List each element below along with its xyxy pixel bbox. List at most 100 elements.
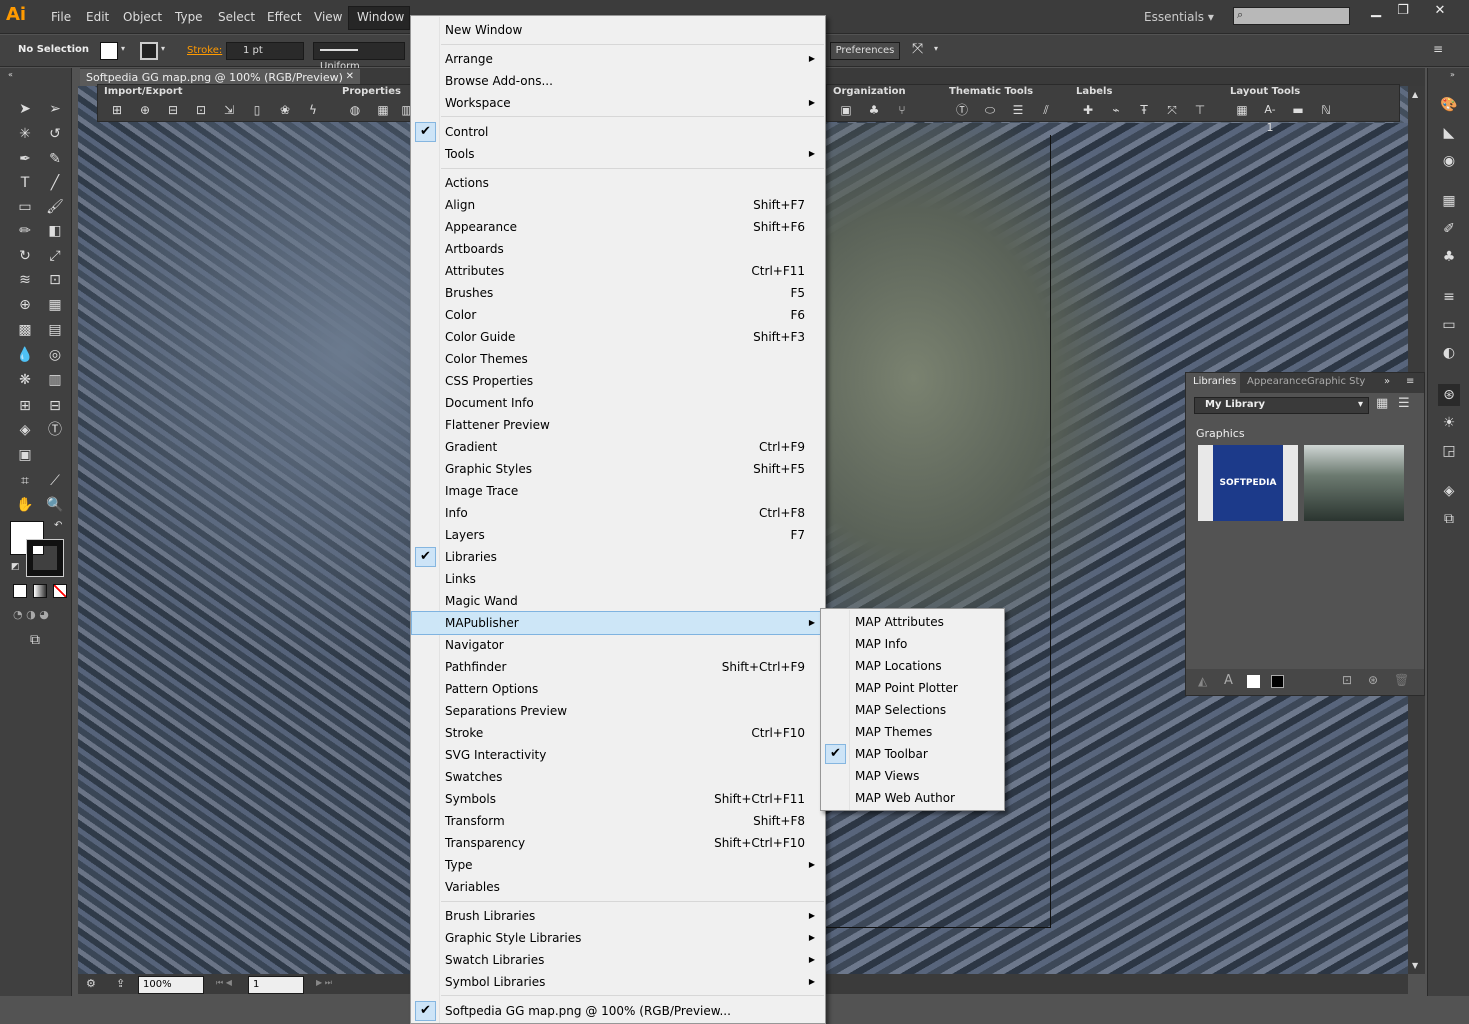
submenu-item-map-toolbar[interactable]: ✔ MAP Toolbar bbox=[822, 743, 1003, 765]
status-settings-icon[interactable]: ⚙ bbox=[86, 977, 96, 990]
stroke-icon[interactable]: ≡ bbox=[1438, 286, 1460, 308]
menu-item-pattern-options[interactable]: Pattern Options bbox=[412, 678, 824, 700]
color-mode-icon[interactable] bbox=[13, 584, 27, 598]
globe-icon[interactable]: ◍ bbox=[346, 101, 364, 119]
map-tool-icon[interactable]: ◈ bbox=[14, 419, 36, 441]
panel-menu-icon[interactable]: ≡ bbox=[1406, 376, 1414, 387]
expand-icon[interactable]: » bbox=[1450, 70, 1455, 79]
menu-item-css-properties[interactable]: CSS Properties bbox=[412, 370, 824, 392]
menu-file[interactable]: File bbox=[47, 10, 75, 24]
web-icon[interactable]: ❀ bbox=[276, 101, 294, 119]
maximize-button[interactable]: ❐ bbox=[1387, 2, 1419, 20]
scroll-up-icon[interactable]: ▲ bbox=[1412, 90, 1418, 99]
map-label-tool-icon[interactable]: Ⓣ bbox=[44, 419, 66, 441]
preferences-button[interactable]: Preferences bbox=[830, 42, 900, 60]
label-text-icon[interactable]: Ŧ bbox=[1135, 101, 1153, 119]
stroke-swatch[interactable] bbox=[140, 42, 158, 60]
label-align-icon[interactable]: ⊤ bbox=[1191, 101, 1209, 119]
next-artboard-icon[interactable]: ▶ ⏭ bbox=[316, 978, 332, 988]
menu-item-info[interactable]: Info Ctrl+F8 bbox=[412, 502, 824, 524]
rotate-tool-icon[interactable]: ↻ bbox=[14, 245, 36, 267]
drawing-mode-icon[interactable]: ◔ ◑ ◕ bbox=[13, 608, 49, 621]
graph-tool-icon[interactable]: ▥ bbox=[44, 369, 66, 391]
menu-item-new-window[interactable]: New Window bbox=[412, 19, 824, 41]
type-tool-icon[interactable]: T bbox=[14, 172, 36, 194]
selection-tool-icon[interactable]: ➤ bbox=[14, 98, 36, 120]
menu-item-pathfinder[interactable]: Pathfinder Shift+Ctrl+F9 bbox=[412, 656, 824, 678]
gradient-mode-icon[interactable] bbox=[33, 584, 47, 598]
scale-tool-icon[interactable]: ⤢ bbox=[44, 245, 66, 267]
menu-item-document-info[interactable]: Document Info bbox=[412, 392, 824, 414]
menu-item-gradient[interactable]: Gradient Ctrl+F9 bbox=[412, 436, 824, 458]
menu-item-graphic-style-libraries[interactable]: Graphic Style Libraries ▶ bbox=[412, 927, 824, 949]
menu-item-browse-add-ons[interactable]: Browse Add-ons... bbox=[412, 70, 824, 92]
stroke-color-swatch[interactable] bbox=[26, 539, 64, 577]
menu-item-actions[interactable]: Actions bbox=[412, 172, 824, 194]
fill-swatch[interactable] bbox=[100, 42, 118, 60]
export-icon[interactable]: ⊟ bbox=[164, 101, 182, 119]
trash-icon[interactable]: 🗑 bbox=[1394, 673, 1409, 687]
menu-item-graphic-styles[interactable]: Graphic Styles Shift+F5 bbox=[412, 458, 824, 480]
width-tool-icon[interactable]: ≋ bbox=[14, 269, 36, 291]
tab-libraries[interactable]: Libraries bbox=[1193, 376, 1236, 387]
zoom-field[interactable]: 100% bbox=[138, 976, 204, 994]
sync-icon[interactable]: ⊛ bbox=[1368, 673, 1378, 687]
perspective-grid-tool-icon[interactable]: ▦ bbox=[44, 294, 66, 316]
menu-object[interactable]: Object bbox=[119, 10, 166, 24]
pen-tool-icon[interactable]: ✒ bbox=[14, 148, 36, 170]
artboard-number-field[interactable]: 1 bbox=[248, 976, 304, 994]
menu-effect[interactable]: Effect bbox=[263, 10, 306, 24]
menu-item-swatch-libraries[interactable]: Swatch Libraries ▶ bbox=[412, 949, 824, 971]
menu-item-symbol-libraries[interactable]: Symbol Libraries ▶ bbox=[412, 971, 824, 993]
color-guide-icon[interactable]: ◣ bbox=[1438, 122, 1460, 144]
stock-icon[interactable]: ⊡ bbox=[1342, 673, 1352, 687]
menu-item-workspace[interactable]: Workspace ▶ bbox=[412, 92, 824, 114]
transparency-icon[interactable]: ◐ bbox=[1438, 342, 1460, 364]
map-image-tool-icon[interactable]: ▣ bbox=[14, 444, 36, 466]
close-icon[interactable]: ✕ bbox=[346, 71, 354, 82]
submenu-item-map-selections[interactable]: MAP Selections bbox=[822, 699, 1003, 721]
line-tool-icon[interactable]: ╱ bbox=[44, 172, 66, 194]
color-themes-icon[interactable]: ◉ bbox=[1438, 150, 1460, 172]
submenu-item-map-point-plotter[interactable]: MAP Point Plotter bbox=[822, 677, 1003, 699]
menu-edit[interactable]: Edit bbox=[82, 10, 113, 24]
database-icon[interactable]: ⊡ bbox=[192, 101, 210, 119]
menu-item-type[interactable]: Type ▶ bbox=[412, 854, 824, 876]
menu-item-align[interactable]: Align Shift+F7 bbox=[412, 194, 824, 216]
menu-item-mapublisher[interactable]: MAPublisher ▶ bbox=[411, 611, 825, 635]
menu-select[interactable]: Select bbox=[214, 10, 259, 24]
menu-item-variables[interactable]: Variables bbox=[412, 876, 824, 898]
curvature-tool-icon[interactable]: ✎ bbox=[44, 148, 66, 170]
color-panel-icon[interactable]: 🎨 bbox=[1438, 94, 1460, 116]
menu-item-svg-interactivity[interactable]: SVG Interactivity bbox=[412, 744, 824, 766]
branch-icon[interactable]: ⑂ bbox=[893, 101, 911, 119]
label-move-icon[interactable]: ⤧ bbox=[1163, 101, 1181, 119]
zoom-tool-icon[interactable]: 🔍 bbox=[44, 494, 66, 516]
blend-tool-icon[interactable]: ◎ bbox=[44, 344, 66, 366]
organize-icon[interactable]: ▣ bbox=[837, 101, 855, 119]
export-icon[interactable]: ⇪ bbox=[116, 977, 125, 990]
layers-icon[interactable]: ◈ bbox=[1438, 480, 1460, 502]
list-view-icon[interactable]: ☰ bbox=[1398, 396, 1410, 411]
menu-item-navigator[interactable]: Navigator bbox=[412, 634, 824, 656]
submenu-item-map-locations[interactable]: MAP Locations bbox=[822, 655, 1003, 677]
knife-tool-icon[interactable]: ⟋ bbox=[44, 470, 66, 492]
libraries-icon[interactable]: ⊛ bbox=[1438, 384, 1460, 406]
mesh-tool-icon[interactable]: ▩ bbox=[14, 319, 36, 341]
submenu-item-map-info[interactable]: MAP Info bbox=[822, 633, 1003, 655]
chevron-down-icon[interactable]: ▾ bbox=[934, 44, 938, 53]
stroke-width-field[interactable]: 1 pt bbox=[226, 42, 304, 60]
artboard-tool-icon[interactable]: ⊞ bbox=[14, 395, 36, 417]
lasso-tool-icon[interactable]: ↺ bbox=[44, 123, 66, 145]
menu-item-control[interactable]: ✔ Control bbox=[412, 121, 824, 143]
rectangle-tool-icon[interactable]: ▭ bbox=[14, 196, 36, 218]
file-icon[interactable]: ▯ bbox=[248, 101, 266, 119]
menu-item-symbols[interactable]: Symbols Shift+Ctrl+F11 bbox=[412, 788, 824, 810]
import-icon[interactable]: ⊞ bbox=[108, 101, 126, 119]
menu-view[interactable]: View bbox=[310, 10, 346, 24]
menu-item-stroke[interactable]: Stroke Ctrl+F10 bbox=[412, 722, 824, 744]
theme-type-icon[interactable]: Ⓣ bbox=[953, 101, 971, 119]
submenu-item-map-themes[interactable]: MAP Themes bbox=[822, 721, 1003, 743]
menu-window[interactable]: Window bbox=[353, 10, 408, 24]
menu-item-arrange[interactable]: Arrange ▶ bbox=[412, 48, 824, 70]
